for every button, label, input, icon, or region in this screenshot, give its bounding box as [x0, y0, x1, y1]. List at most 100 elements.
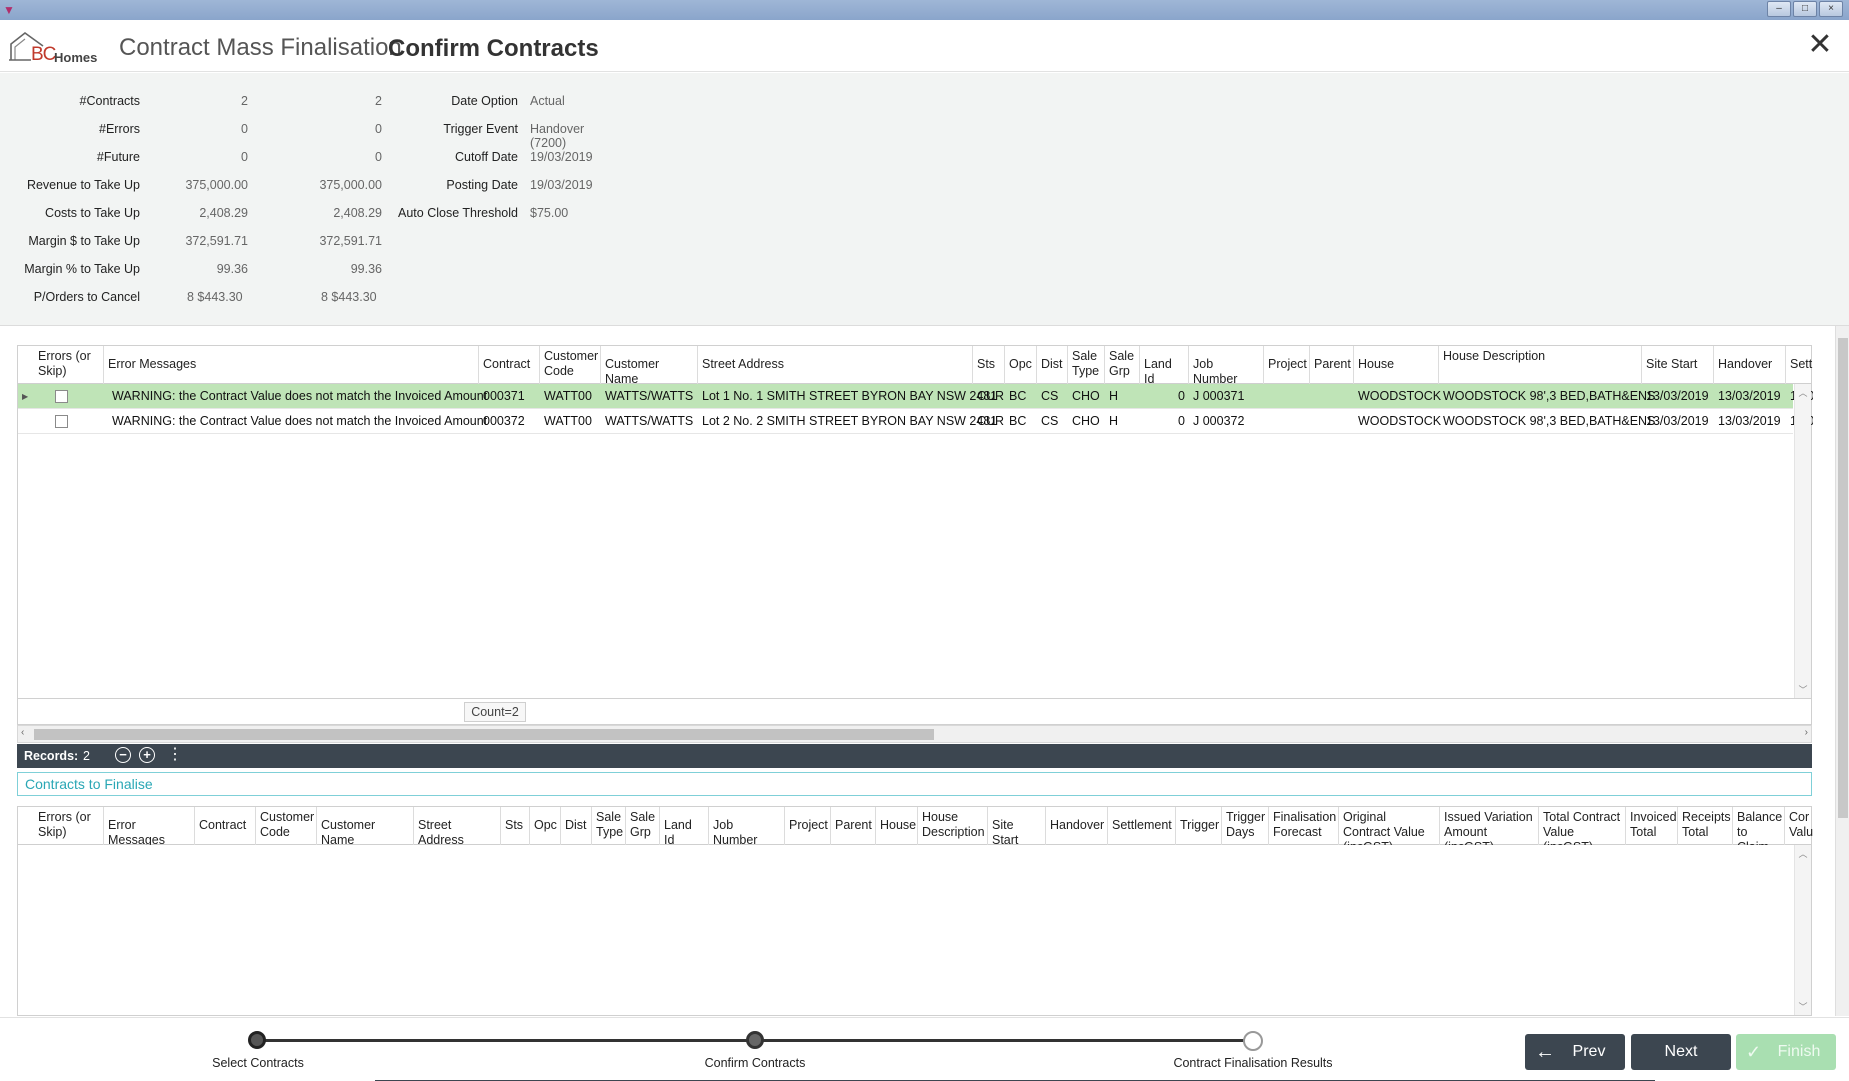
col-parent[interactable]: Parent [1310, 346, 1354, 384]
col-balance-to-claim[interactable]: Balance to Claim [1733, 807, 1785, 845]
col-land-id[interactable]: Land Id [660, 807, 709, 845]
col-errors-skip[interactable]: Errors (or Skip) [34, 346, 104, 384]
col-customer-name[interactable]: Customer Name [317, 807, 414, 845]
section-title: Contracts to Finalise [17, 772, 1812, 796]
company-logo: BC Homes [9, 30, 101, 66]
col-opc[interactable]: Opc [1005, 346, 1037, 384]
col-project[interactable]: Project [785, 807, 831, 845]
col-customer-code[interactable]: Customer Code [540, 346, 601, 384]
cell-land-id: 0 [1178, 414, 1185, 428]
scroll-down-icon[interactable]: ﹀ [1795, 683, 1811, 696]
cell-handover: 13/03/2019 [1718, 414, 1781, 428]
col-job-number[interactable]: Job Number [1189, 346, 1264, 384]
col-errors-skip[interactable]: Errors (or Skip) [34, 807, 104, 845]
col-site-start[interactable]: Site Start [988, 807, 1046, 845]
table-row[interactable]: ▶ WARNING: the Contract Value does not m… [18, 384, 1813, 409]
scroll-up-icon[interactable]: ︿ [1795, 847, 1811, 860]
col-trigger[interactable]: Trigger [1176, 807, 1222, 845]
col-customer-code[interactable]: Customer Code [256, 807, 317, 845]
col-house[interactable]: House [1354, 346, 1439, 384]
scrollbar-thumb[interactable] [34, 729, 934, 740]
table-row[interactable]: WARNING: the Contract Value does not mat… [18, 409, 1813, 434]
col-settlement[interactable]: Sett [1786, 346, 1813, 384]
grid-vertical-scrollbar[interactable]: ︿ ﹀ [1794, 384, 1811, 698]
col-total-contract-value[interactable]: Total Contract Value (incGST) [1539, 807, 1626, 845]
col-finalisation-forecast[interactable]: Finalisation Forecast [1269, 807, 1339, 845]
finish-button[interactable]: ✓ Finish [1736, 1034, 1836, 1070]
cell-customer-code: WATT00 [544, 389, 592, 403]
maximize-button[interactable]: □ [1793, 1, 1817, 17]
summary-label: Revenue to Take Up [26, 178, 140, 192]
scroll-left-icon[interactable]: ‹ [21, 727, 24, 738]
col-project[interactable]: Project [1264, 346, 1310, 384]
col-sts[interactable]: Sts [973, 346, 1005, 384]
scroll-right-icon[interactable]: › [1805, 727, 1808, 738]
step-results-marker[interactable] [1243, 1031, 1263, 1051]
scrollbar-thumb[interactable] [1838, 338, 1848, 818]
col-receipts-total[interactable]: Receipts Total [1678, 807, 1733, 845]
col-settlement[interactable]: Settlement [1108, 807, 1176, 845]
col-error-messages[interactable]: Error Messages [104, 346, 479, 384]
grid-header: Errors (or Skip) Error Messages Contract… [18, 346, 1813, 384]
cell-contract: 000372 [483, 414, 525, 428]
step-label: Contract Finalisation Results [1173, 1056, 1333, 1070]
col-issued-variation-amount[interactable]: Issued Variation Amount (incGST) [1440, 807, 1539, 845]
option-value: $75.00 [530, 206, 569, 220]
page-vertical-scrollbar[interactable] [1835, 326, 1849, 1016]
col-customer-name[interactable]: Customer Name [601, 346, 698, 384]
step-confirm-contracts-marker[interactable] [746, 1031, 764, 1049]
cell-house-description: WOODSTOCK 98',3 BED,BATH&ENS [1443, 414, 1656, 428]
col-house[interactable]: House [876, 807, 918, 845]
close-icon[interactable]: ✕ [1807, 30, 1833, 60]
col-site-start[interactable]: Site Start [1642, 346, 1714, 384]
cell-dist: CS [1041, 389, 1059, 403]
collapse-icon[interactable]: − [115, 747, 131, 763]
skip-checkbox[interactable] [55, 415, 68, 428]
col-invoiced-total[interactable]: Invoiced Total [1626, 807, 1678, 845]
summary-value-1: 372,591.71 [185, 234, 248, 248]
window-close-button[interactable]: × [1819, 1, 1843, 17]
col-house-description[interactable]: House Description [1439, 346, 1642, 384]
cell-house: WOODSTOCK [1358, 414, 1442, 428]
col-dist[interactable]: Dist [1037, 346, 1068, 384]
col-sale-grp[interactable]: Sale Grp [1105, 346, 1140, 384]
col-contract-value[interactable]: Cor Valu [1785, 807, 1813, 845]
page-title: Contract Mass Finalisation [119, 34, 402, 61]
step-select-contracts-marker[interactable] [248, 1031, 266, 1049]
col-house-description[interactable]: House Description [918, 807, 988, 845]
col-street-address[interactable]: Street Address [698, 346, 973, 384]
more-options-icon[interactable]: ⋮ [167, 746, 183, 764]
col-sale-grp[interactable]: Sale Grp [626, 807, 660, 845]
grid-vertical-scrollbar[interactable]: ︿ ﹀ [1794, 845, 1811, 1015]
expand-icon[interactable]: + [139, 747, 155, 763]
col-land-id[interactable]: Land Id [1140, 346, 1189, 384]
prev-button[interactable]: ← Prev [1525, 1034, 1625, 1070]
skip-checkbox[interactable] [55, 390, 68, 403]
col-handover[interactable]: Handover [1714, 346, 1786, 384]
col-handover[interactable]: Handover [1046, 807, 1108, 845]
col-parent[interactable]: Parent [831, 807, 876, 845]
minimize-button[interactable]: – [1767, 1, 1791, 17]
col-trigger-days[interactable]: Trigger Days [1222, 807, 1269, 845]
col-error-messages[interactable]: Error Messages [104, 807, 195, 845]
scroll-up-icon[interactable]: ︿ [1795, 386, 1811, 399]
col-contract[interactable]: Contract [479, 346, 540, 384]
cell-customer-name: WATTS/WATTS [605, 389, 694, 403]
col-contract[interactable]: Contract [195, 807, 256, 845]
page-subtitle: Confirm Contracts [388, 35, 599, 62]
col-sale-type[interactable]: Sale Type [592, 807, 626, 845]
col-sts[interactable]: Sts [501, 807, 530, 845]
cell-site-start: 13/03/2019 [1646, 414, 1709, 428]
cell-job-number: J 000371 [1193, 389, 1245, 403]
col-dist[interactable]: Dist [561, 807, 592, 845]
scroll-down-icon[interactable]: ﹀ [1795, 1000, 1811, 1013]
col-job-number[interactable]: Job Number [709, 807, 785, 845]
grid-horizontal-scrollbar[interactable]: ‹ › [17, 725, 1812, 743]
col-original-contract-value[interactable]: Original Contract Value (incGST) [1339, 807, 1440, 845]
window-titlebar: ▼ – □ × [0, 0, 1849, 20]
col-street-address[interactable]: Street Address [414, 807, 501, 845]
col-opc[interactable]: Opc [530, 807, 561, 845]
cell-sale-type: CHO [1072, 389, 1100, 403]
next-button[interactable]: Next [1631, 1034, 1731, 1070]
col-sale-type[interactable]: Sale Type [1068, 346, 1105, 384]
